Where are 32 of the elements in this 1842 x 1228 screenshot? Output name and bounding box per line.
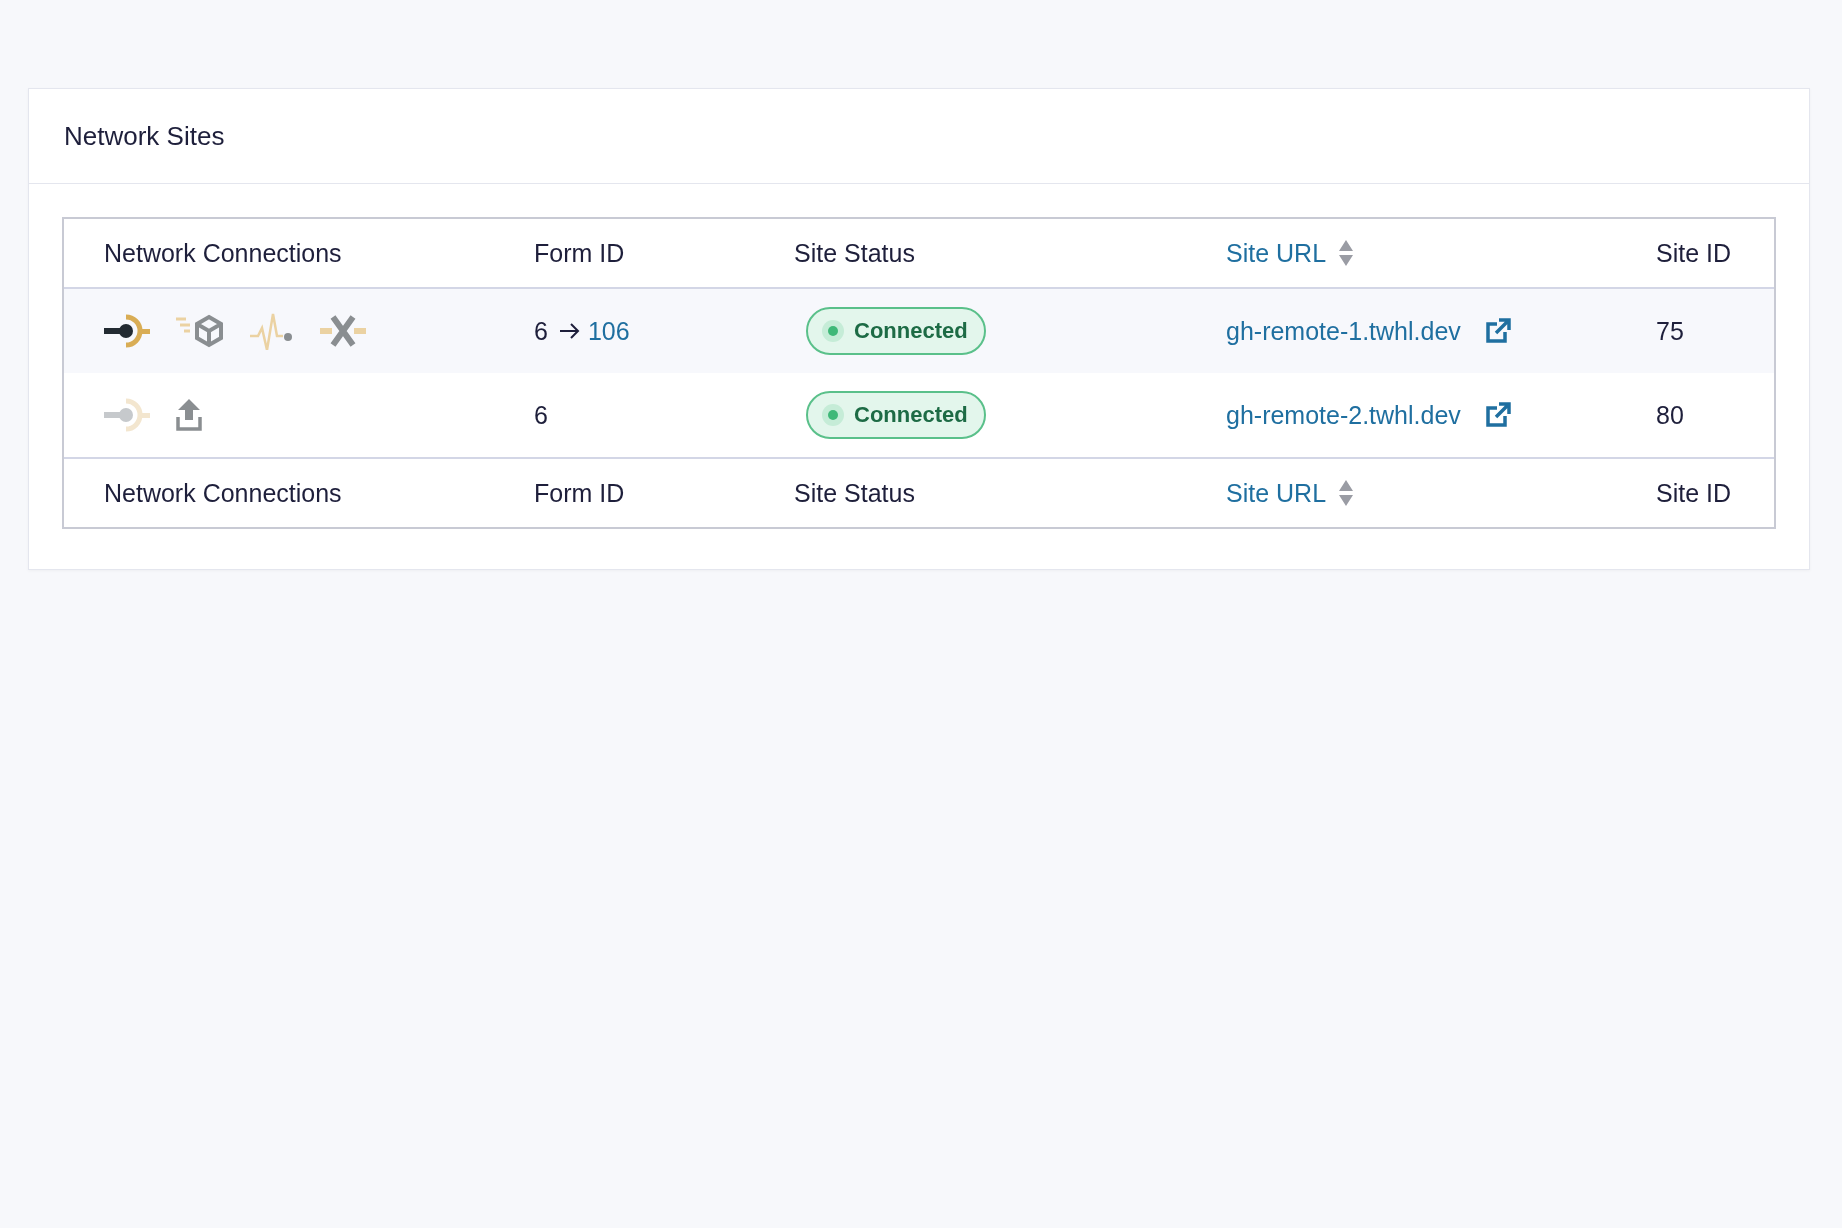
column-header: Network Connections — [104, 478, 342, 508]
site-url-link[interactable]: gh-remote-2.twhl.dev — [1226, 400, 1461, 430]
column-header[interactable]: Site URL — [1226, 238, 1327, 268]
connector-icon[interactable] — [104, 313, 150, 349]
upload-icon[interactable] — [176, 399, 202, 431]
external-link-icon[interactable] — [1484, 318, 1511, 344]
status-dot-icon — [822, 404, 844, 426]
sort-icon[interactable] — [1338, 478, 1355, 508]
column-header: Form ID — [534, 238, 625, 268]
column-header: Form ID — [534, 478, 625, 508]
column-header: Site Status — [794, 238, 915, 268]
status-dot-icon — [822, 320, 844, 342]
card-title: Network Sites — [64, 120, 225, 152]
column-header: Site Status — [794, 478, 915, 508]
site-id: 75 — [1656, 316, 1684, 346]
column-header[interactable]: Site URL — [1226, 478, 1327, 508]
form-id: 6 — [534, 316, 548, 346]
cross-icon[interactable] — [320, 314, 366, 348]
site-url-link[interactable]: gh-remote-1.twhl.dev — [1226, 316, 1461, 346]
column-header: Site ID — [1656, 478, 1732, 508]
status-badge: Connected — [806, 307, 986, 355]
sort-icon[interactable] — [1338, 238, 1355, 268]
form-id-link[interactable]: 106 — [587, 316, 630, 346]
cube-icon[interactable] — [176, 313, 224, 349]
external-link-icon[interactable] — [1484, 402, 1511, 428]
column-header: Site ID — [1656, 238, 1732, 268]
column-header: Network Connections — [104, 238, 342, 268]
arrow-icon — [559, 323, 580, 339]
site-id: 80 — [1656, 400, 1684, 430]
pulse-icon[interactable] — [250, 312, 294, 350]
status-badge: Connected — [806, 391, 986, 439]
form-id: 6 — [534, 400, 548, 430]
